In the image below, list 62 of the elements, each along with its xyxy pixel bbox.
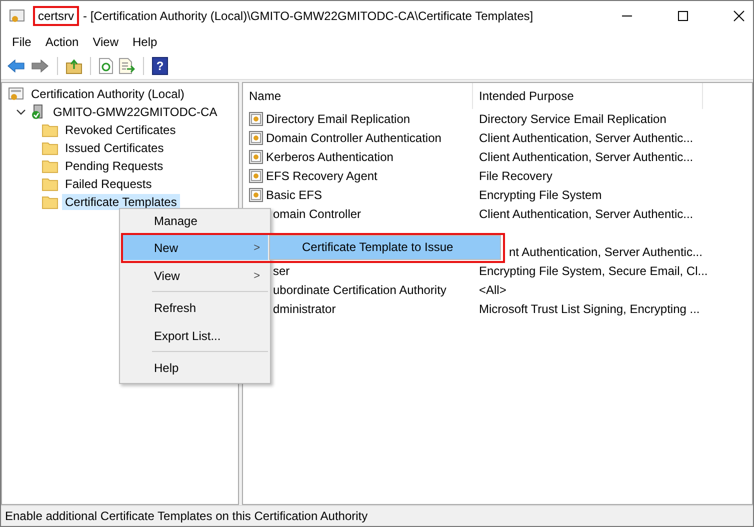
- table-cell: Directory Email Replication: [266, 112, 410, 126]
- context-menu-item[interactable]: Manage: [122, 209, 268, 232]
- menu-item[interactable]: Help: [126, 35, 164, 49]
- chevron-down-icon[interactable]: [16, 107, 26, 117]
- certificate-template-icon: [249, 112, 263, 126]
- folder-icon: [42, 123, 58, 137]
- table-cell: Kerberos Authentication: [266, 150, 394, 164]
- folder-up-icon[interactable]: [66, 58, 82, 74]
- folder-icon: [42, 159, 58, 173]
- window-title: - [Certification Authority (Local)\GMITO-GMW22GMITODC-CA\Certificate Templates]: [83, 9, 534, 23]
- close-icon[interactable]: [733, 10, 745, 22]
- context-menu-item[interactable]: Export List...: [122, 323, 268, 348]
- table-cell: Client Authentication, Server Authentic...: [479, 150, 694, 164]
- table-cell: dministrator: [273, 302, 336, 316]
- table-cell: Domain Controller Authentication: [266, 130, 442, 144]
- certificate-app-icon: [9, 8, 25, 24]
- tree-item[interactable]: Revoked Certificates: [62, 122, 179, 138]
- menu-item[interactable]: View: [86, 35, 126, 49]
- table-cell: Client Authentication, Server Authentic...: [479, 206, 694, 220]
- table-cell: ubordinate Certification Authority: [273, 282, 446, 296]
- table-cell: Encrypting File System, Secure Email, Cl...: [479, 264, 708, 278]
- refresh-icon[interactable]: [99, 58, 113, 74]
- column-header[interactable]: Intended Purpose: [473, 83, 703, 109]
- folder-icon: [42, 141, 58, 155]
- tree-item[interactable]: Pending Requests: [62, 158, 166, 174]
- certificate-template-icon: [249, 168, 263, 182]
- tree-item[interactable]: GMITO-GMW22GMITODC-CA: [50, 104, 220, 120]
- column-header[interactable]: Name: [243, 83, 473, 109]
- table-cell: nt Authentication, Server Authentic...: [509, 244, 702, 258]
- table-cell: File Recovery: [479, 168, 552, 182]
- certificate-template-icon: [249, 188, 263, 202]
- context-menu-item[interactable]: View >: [122, 263, 268, 288]
- table-cell: Microsoft Trust List Signing, Encrypting ...: [479, 302, 700, 316]
- table-cell: <All>: [479, 282, 506, 296]
- tree-item[interactable]: Failed Requests: [62, 176, 155, 192]
- status-bar: Enable additional Certificate Templates on this Certification Authority: [1, 505, 753, 526]
- menu-item[interactable]: Action: [38, 35, 86, 49]
- menu-item[interactable]: File: [5, 35, 38, 49]
- maximize-icon[interactable]: [677, 10, 689, 22]
- table-cell: Directory Service Email Replication: [479, 112, 666, 126]
- tree-item[interactable]: Certificate Templates: [62, 194, 180, 210]
- tree-item[interactable]: Certification Authority (Local): [28, 86, 188, 102]
- table-cell: ser: [273, 264, 290, 278]
- context-menu-item[interactable]: Help: [122, 355, 268, 380]
- export-list-icon[interactable]: [119, 58, 135, 74]
- folder-icon: [42, 177, 58, 191]
- context-menu-item[interactable]: New >: [122, 235, 268, 260]
- table-cell: EFS Recovery Agent: [266, 168, 378, 182]
- tree-item[interactable]: Issued Certificates: [62, 140, 167, 156]
- submenu-item[interactable]: Certificate Template to Issue: [270, 236, 500, 259]
- folder-icon: [42, 195, 58, 209]
- certificate-template-icon: [249, 130, 263, 144]
- window-title-app: certsrv: [38, 9, 74, 23]
- table-cell: Basic EFS: [266, 188, 322, 202]
- context-menu-item[interactable]: Refresh: [122, 295, 268, 320]
- table-cell: Client Authentication, Server Authentic...: [479, 130, 694, 144]
- table-cell: Encrypting File System: [479, 188, 602, 202]
- certificate-template-icon: [249, 150, 263, 164]
- help-button[interactable]: ?: [152, 57, 168, 75]
- table-cell: omain Controller: [273, 206, 362, 220]
- back-arrow-icon[interactable]: [7, 59, 25, 73]
- certificate-icon: [8, 86, 24, 102]
